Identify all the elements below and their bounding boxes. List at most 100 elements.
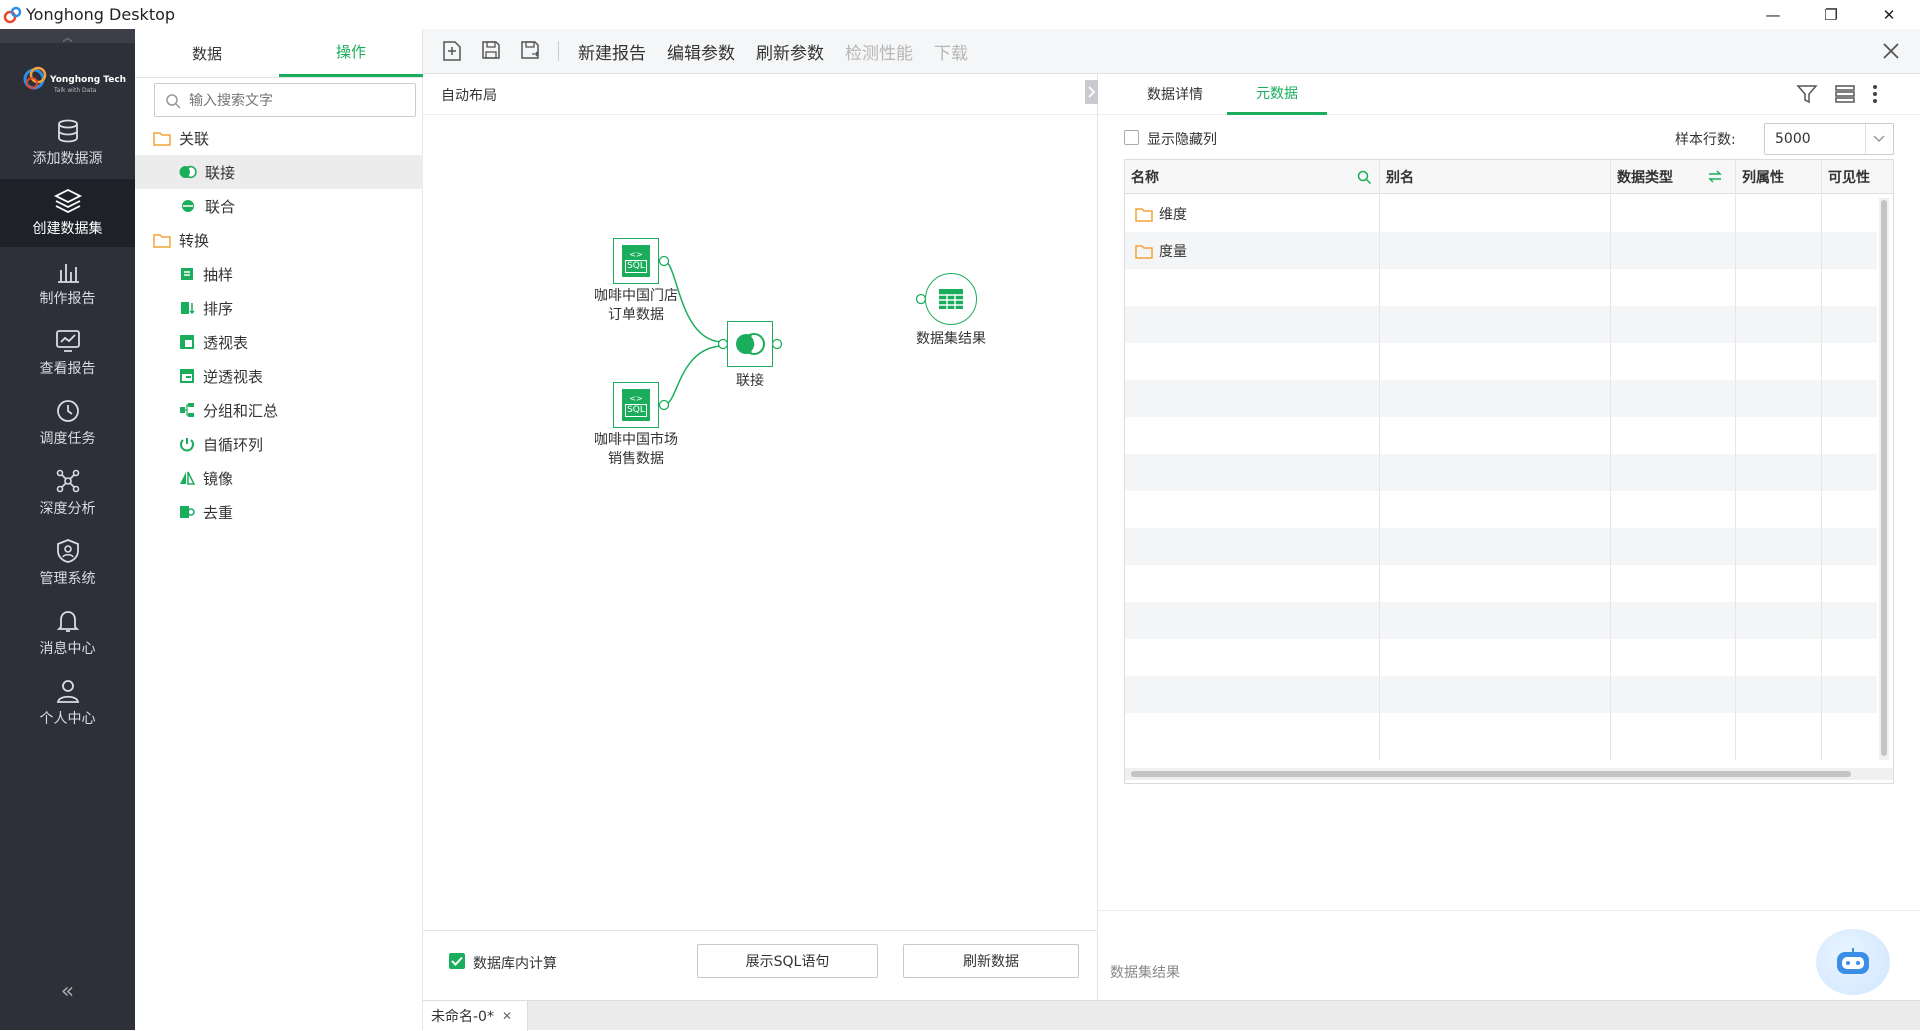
grid-stripe: [1125, 676, 1877, 713]
grid-stripe: [1125, 528, 1877, 565]
new-file-icon[interactable]: [442, 40, 462, 62]
collapse-nav-icon[interactable]: «: [0, 979, 135, 1004]
new-report-button[interactable]: 新建报告: [578, 39, 646, 64]
title-bar: Yonghong Desktop — ❐ ✕: [0, 0, 1920, 29]
sql-badge: SQL: [625, 403, 647, 417]
nav-schedule[interactable]: 调度任务: [0, 389, 135, 457]
flow-canvas: 自动布局 <> SQL 咖啡中国门店 订单数据 <> SQL 咖啡中国市场 销售…: [423, 74, 1109, 1000]
minimize-button[interactable]: —: [1744, 0, 1802, 29]
show-sql-button[interactable]: 展示SQL语句: [697, 944, 878, 978]
save-as-icon[interactable]: [520, 40, 542, 60]
sql-node-store-orders[interactable]: <> SQL: [613, 238, 659, 284]
tree-item-dedup[interactable]: 去重: [135, 495, 423, 529]
tree-item-unpivot[interactable]: 逆透视表: [135, 359, 423, 393]
dedup-icon: [180, 506, 195, 518]
save-icon[interactable]: [481, 40, 501, 60]
nav-add-datasource[interactable]: 添加数据源: [0, 109, 135, 177]
table-row[interactable]: 维度: [1135, 204, 1187, 224]
edit-params-button[interactable]: 编辑参数: [667, 39, 735, 64]
nav-label: 查看报告: [39, 361, 96, 377]
close-tab-icon[interactable]: ✕: [502, 1009, 512, 1023]
sample-rows-select[interactable]: 5000: [1764, 123, 1894, 155]
tab-data[interactable]: 数据: [135, 29, 279, 77]
sql-node-market-sales-label: 咖啡中国市场 销售数据: [573, 431, 699, 469]
grid-stripe: [1125, 306, 1877, 343]
tree-item-group-aggregate[interactable]: 分组和汇总: [135, 393, 423, 427]
tree-label: 透视表: [203, 333, 249, 352]
nav-make-report[interactable]: 制作报告: [0, 249, 135, 317]
tree-item-sample[interactable]: 抽样: [135, 257, 423, 291]
node-label-line: 咖啡中国门店: [594, 288, 678, 304]
shield-user-icon: [56, 539, 79, 563]
assistant-bot-button[interactable]: [1816, 929, 1890, 995]
refresh-data-button[interactable]: 刷新数据: [903, 944, 1079, 978]
join-node[interactable]: [727, 321, 773, 367]
tree-label: 去重: [203, 503, 234, 522]
sample-rows-value: 5000: [1775, 131, 1811, 147]
nav-label: 管理系统: [39, 571, 96, 587]
check-performance-button[interactable]: 检测性能: [845, 39, 913, 64]
col-datatype-header[interactable]: 数据类型: [1617, 160, 1673, 194]
col-attr-header[interactable]: 列属性: [1742, 160, 1784, 194]
dataset-result-footer: 数据集结果: [1110, 965, 1180, 981]
search-icon[interactable]: [1357, 170, 1372, 185]
close-window-button[interactable]: ✕: [1860, 0, 1918, 29]
nav-admin[interactable]: 管理系统: [0, 529, 135, 597]
tree-item-union[interactable]: 联合: [135, 189, 423, 223]
search-box[interactable]: [154, 83, 416, 117]
download-button[interactable]: 下载: [934, 39, 968, 64]
tree-folder-transform[interactable]: 转换: [135, 223, 423, 257]
more-menu-icon[interactable]: [1871, 83, 1879, 105]
tree-label: 自循环列: [203, 435, 264, 454]
vertical-scrollbar[interactable]: [1879, 198, 1889, 760]
col-alias-header[interactable]: 别名: [1386, 160, 1414, 194]
close-editor-icon[interactable]: [1881, 41, 1901, 61]
nav-create-dataset[interactable]: 创建数据集: [0, 179, 135, 247]
show-hidden-checkbox[interactable]: [1124, 130, 1139, 145]
nav-scroll-up-icon[interactable]: ︿: [0, 29, 135, 44]
nav-profile[interactable]: 个人中心: [0, 669, 135, 737]
list-view-icon[interactable]: [1834, 83, 1856, 105]
db-compute-label: 数据库内计算: [473, 956, 557, 972]
col-visibility-header[interactable]: 可见性: [1828, 160, 1870, 194]
tree-item-sort[interactable]: 排序: [135, 291, 423, 325]
brand-logo-icon: [23, 66, 47, 90]
tree-item-join[interactable]: 联接: [135, 155, 423, 189]
divider: [1098, 910, 1920, 911]
vertical-scroll-thumb[interactable]: [1881, 200, 1887, 756]
sql-node-market-sales[interactable]: <> SQL: [613, 382, 659, 428]
brand-name: Yonghong Tech: [50, 75, 127, 85]
nav-view-report[interactable]: 查看报告: [0, 319, 135, 387]
tab-operations[interactable]: 操作: [279, 29, 423, 77]
divider: [423, 930, 1098, 931]
col-divider: [1379, 160, 1380, 760]
db-compute-checkbox[interactable]: [449, 953, 465, 969]
filter-icon[interactable]: [1796, 83, 1818, 105]
dataset-result-node[interactable]: [925, 273, 977, 325]
refresh-params-button[interactable]: 刷新参数: [756, 39, 824, 64]
tab-metadata[interactable]: 元数据: [1227, 74, 1327, 115]
tree-item-self-loop[interactable]: 自循环列: [135, 427, 423, 461]
col-name-header[interactable]: 名称: [1131, 160, 1159, 194]
nav-label: 个人中心: [39, 711, 96, 727]
folder-icon: [1135, 207, 1153, 222]
right-tabbar: 数据详情 元数据: [1098, 74, 1920, 115]
tree-folder-relate[interactable]: 关联: [135, 121, 423, 155]
tree-label: 转换: [179, 231, 210, 250]
horizontal-scrollbar[interactable]: [1125, 768, 1893, 780]
nav-deep-analysis[interactable]: 深度分析: [0, 459, 135, 527]
sample-icon: [181, 268, 193, 280]
folder-icon: [153, 131, 171, 146]
table-row[interactable]: 度量: [1135, 241, 1187, 261]
horizontal-scroll-thumb[interactable]: [1131, 771, 1851, 777]
file-tab[interactable]: 未命名-0* ✕: [423, 1001, 528, 1031]
nav-messages[interactable]: 消息中心: [0, 599, 135, 667]
tree-item-pivot[interactable]: 透视表: [135, 325, 423, 359]
swap-icon[interactable]: [1707, 169, 1723, 184]
tree-item-mirror[interactable]: 镜像: [135, 461, 423, 495]
restore-button[interactable]: ❐: [1802, 0, 1860, 29]
tab-data-details[interactable]: 数据详情: [1147, 84, 1203, 104]
search-input[interactable]: [189, 90, 409, 112]
tree-label: 联接: [205, 163, 236, 182]
folder-icon: [153, 233, 171, 248]
